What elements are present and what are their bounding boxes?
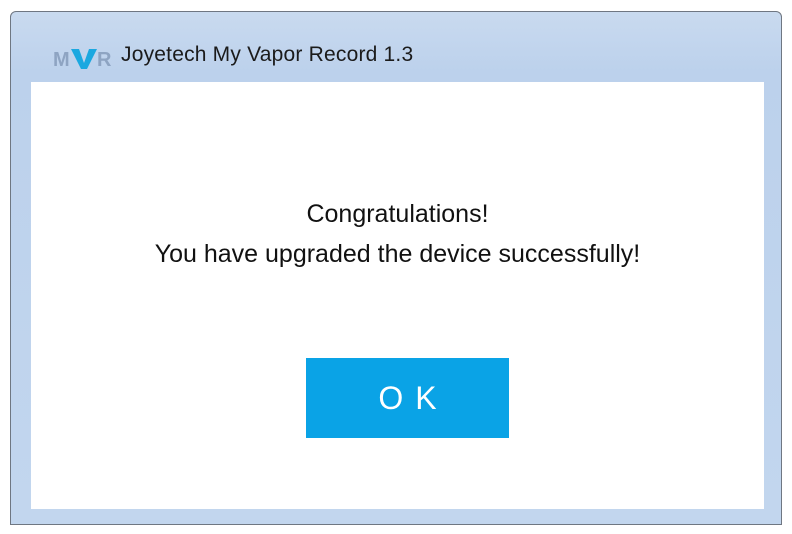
logo-letter-r: R <box>97 49 112 70</box>
window-title: Joyetech My Vapor Record 1.3 <box>121 43 414 66</box>
screen: M R Joyetech My Vapor Record 1.3 Congrat… <box>0 0 792 534</box>
dialog-content: Congratulations! You have upgraded the d… <box>31 82 764 509</box>
title-bar[interactable]: M R Joyetech My Vapor Record 1.3 <box>11 12 781 82</box>
app-window: M R Joyetech My Vapor Record 1.3 Congrat… <box>10 11 782 525</box>
message-line-congratulations: Congratulations! <box>306 200 489 228</box>
logo-letter-v <box>71 49 97 69</box>
message-line-upgrade-success: You have upgraded the device successfull… <box>154 240 641 268</box>
ok-button[interactable]: OK <box>306 358 509 438</box>
logo-letter-m: M <box>53 49 70 70</box>
success-message: Congratulations! You have upgraded the d… <box>31 194 764 274</box>
mvr-logo-graphic: M R <box>53 49 112 70</box>
mvr-logo-icon: M R <box>53 46 115 70</box>
